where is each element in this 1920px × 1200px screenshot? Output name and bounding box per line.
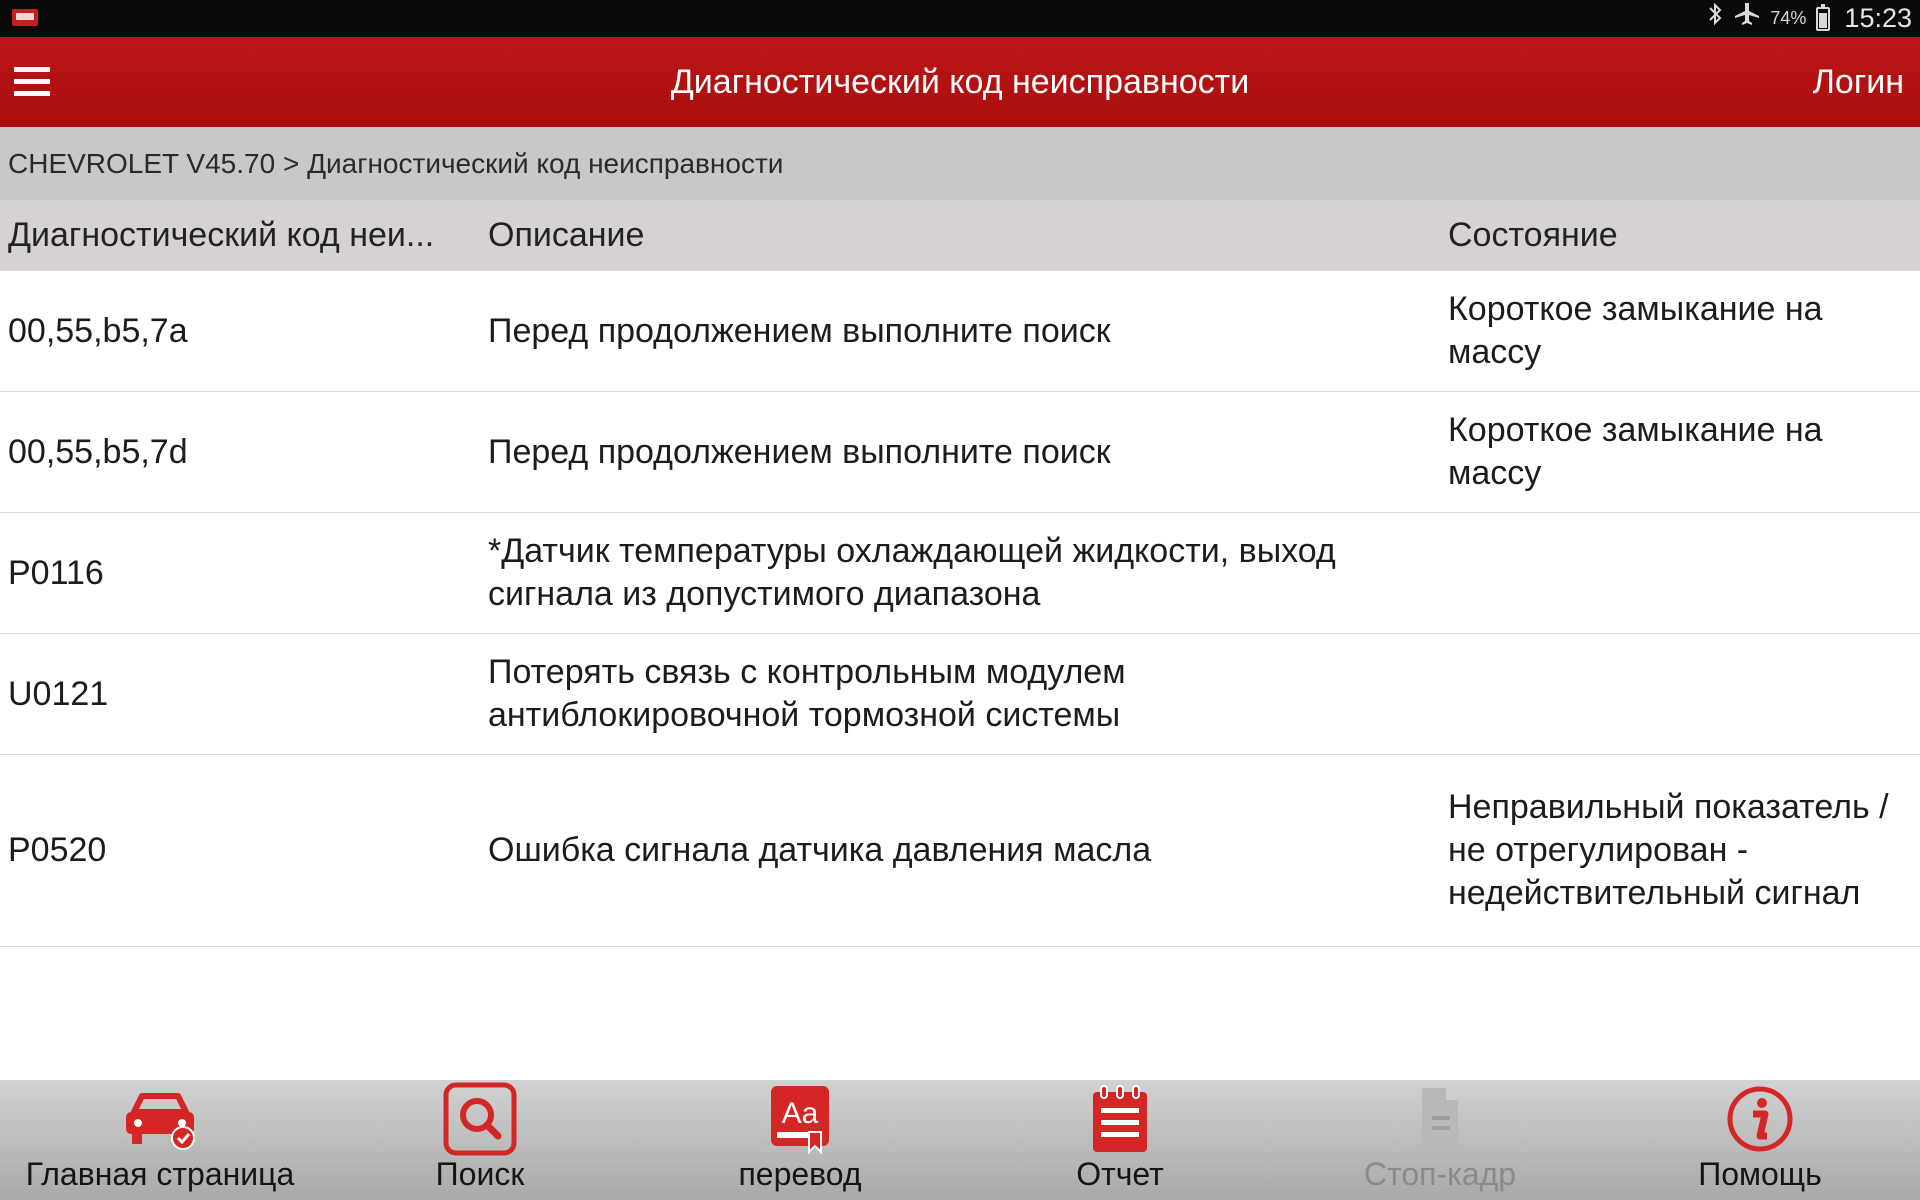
- dtc-code: P0116: [8, 553, 104, 592]
- app-screen: 74% 15:23 Диагностический код неисправно…: [0, 0, 1920, 1200]
- status-bar: 74% 15:23: [0, 0, 1920, 37]
- bluetooth-icon: [1708, 0, 1724, 37]
- dtc-code: U0121: [8, 674, 109, 713]
- dtc-code: 00,55,b5,7a: [8, 311, 188, 350]
- bottom-nav-bar: Главная страница Поиск Aa перевод Отчет …: [0, 1080, 1920, 1200]
- page-title: Диагностический код неисправности: [670, 63, 1250, 101]
- table-header: Диагностический код неи... Описание Сост…: [0, 200, 1920, 271]
- translate-icon: Aa: [765, 1082, 835, 1161]
- nav-freeze-frame-button[interactable]: Стоп-кадр: [1280, 1080, 1600, 1200]
- table-row[interactable]: 00,55,b5,7d Перед продолжением выполните…: [0, 392, 1920, 513]
- battery-icon: [1816, 3, 1831, 31]
- nav-label: Отчет: [1076, 1156, 1164, 1192]
- table-row[interactable]: P0520 Ошибка сигнала датчика давления ма…: [0, 755, 1920, 947]
- column-header-status: Состояние: [1448, 216, 1618, 254]
- title-bar: Диагностический код неисправности Логин: [0, 37, 1920, 127]
- breadcrumb: CHEVROLET V45.70 > Диагностический код н…: [0, 127, 1920, 200]
- app-logo-icon: [12, 9, 38, 26]
- nav-label: Поиск: [435, 1156, 525, 1192]
- dtc-code: P0520: [8, 831, 107, 869]
- dtc-status: Короткое замыкание на массу: [1448, 290, 1823, 371]
- column-header-code: Диагностический код неи...: [8, 216, 435, 254]
- nav-help-button[interactable]: Помощь: [1600, 1080, 1920, 1200]
- search-icon: [442, 1082, 518, 1161]
- dtc-status: [1448, 634, 1910, 754]
- clock: 15:23: [1844, 3, 1912, 33]
- nav-label: перевод: [738, 1156, 862, 1192]
- dtc-description: Ошибка сигнала датчика давления масла: [488, 831, 1152, 869]
- nav-translate-button[interactable]: Aa перевод: [640, 1080, 960, 1200]
- car-check-icon: [120, 1082, 200, 1159]
- nav-label: Стоп-кадр: [1363, 1156, 1517, 1192]
- nav-label: Главная страница: [25, 1156, 295, 1192]
- table-row[interactable]: U0121 Потерять связь с контрольным модул…: [0, 634, 1920, 755]
- nav-label: Помощь: [1698, 1156, 1822, 1192]
- nav-home-button[interactable]: Главная страница: [0, 1080, 320, 1200]
- table-row[interactable]: 00,55,b5,7a Перед продолжением выполните…: [0, 271, 1920, 392]
- column-header-description: Описание: [488, 216, 645, 254]
- dtc-status: Неправильный показатель / не отрегулиров…: [1448, 788, 1889, 912]
- dtc-status: Короткое замыкание на массу: [1448, 411, 1823, 492]
- report-icon: [1087, 1082, 1153, 1161]
- dtc-status: [1448, 513, 1910, 633]
- dtc-description: *Датчик температуры охлаждающей жидкости…: [488, 532, 1336, 613]
- dtc-code: 00,55,b5,7d: [8, 432, 188, 471]
- battery-percent: 74%: [1770, 8, 1807, 28]
- dtc-description: Перед продолжением выполните поиск: [488, 311, 1111, 350]
- dtc-table: Диагностический код неи... Описание Сост…: [0, 200, 1920, 947]
- login-button[interactable]: Логин: [1813, 37, 1904, 127]
- table-row[interactable]: P0116 *Датчик температуры охлаждающей жи…: [0, 513, 1920, 634]
- help-info-icon: [1723, 1082, 1797, 1161]
- nav-search-button[interactable]: Поиск: [320, 1080, 640, 1200]
- dtc-description: Потерять связь с контрольным модулем ант…: [488, 653, 1126, 734]
- status-icons: 74% 15:23: [1708, 0, 1912, 37]
- airplane-mode-icon: [1734, 0, 1760, 37]
- freeze-frame-icon: [1410, 1082, 1470, 1161]
- dtc-description: Перед продолжением выполните поиск: [488, 432, 1111, 471]
- nav-report-button[interactable]: Отчет: [960, 1080, 1280, 1200]
- svg-text:Aa: Aa: [782, 1097, 819, 1130]
